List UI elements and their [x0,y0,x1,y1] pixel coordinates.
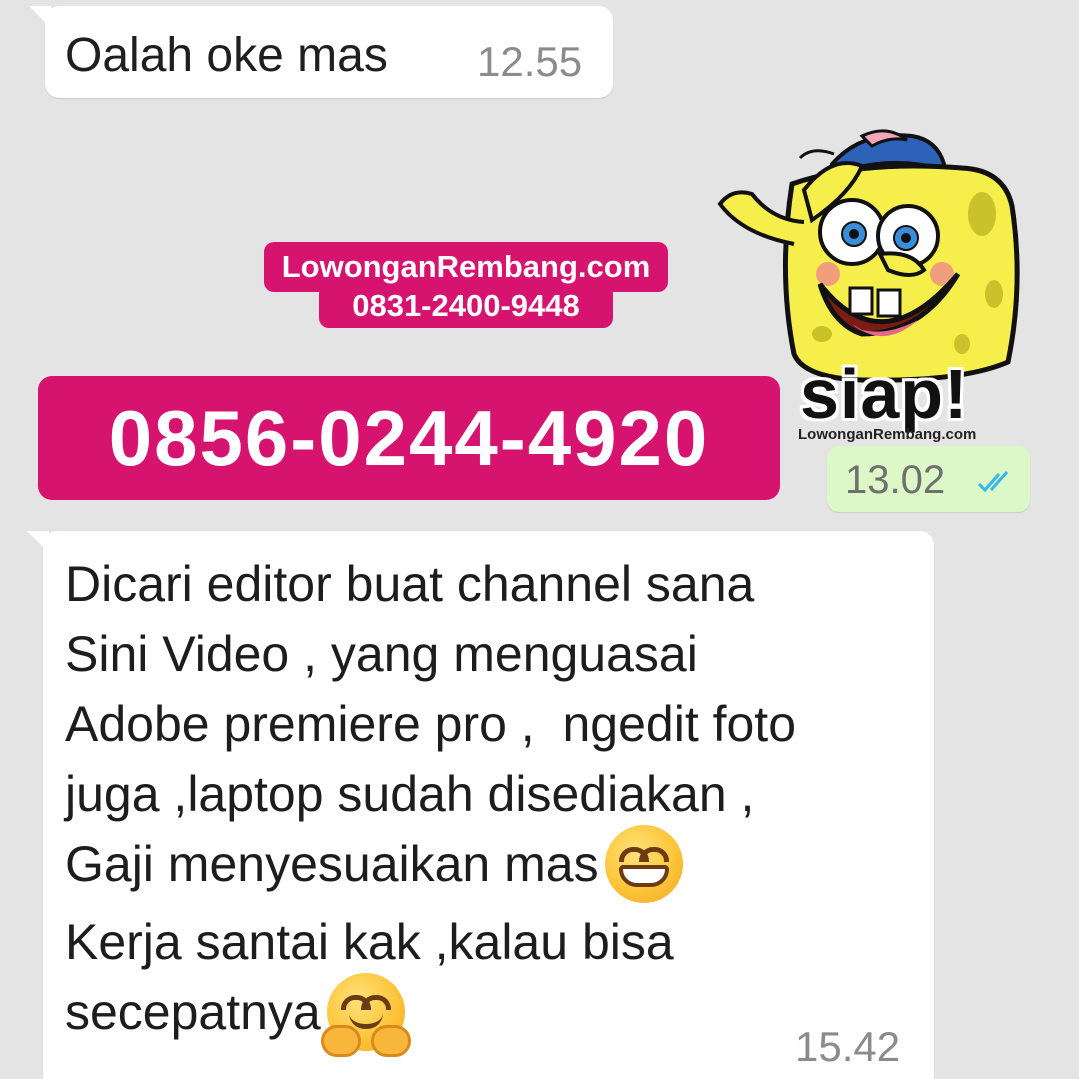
sticker-text: siap! [800,355,969,433]
message-line-with-emoji: secepatnya [65,973,796,1057]
message-time: 15.42 [795,1023,901,1070]
hugging-face-icon [320,973,411,1057]
message-text: Dicari editor buat channel sana Sini Vid… [65,549,797,1057]
message-line: Sini Video , yang menguasai [65,626,698,682]
message-line: Dicari editor buat channel sana [65,556,755,612]
message-text: Oalah oke mas [65,29,388,82]
message-line: secepatnya [65,984,321,1041]
watermark-contact: 0831-2400-9448 [319,284,613,328]
message-bubble-outgoing-meta: 13.02 [827,446,1030,512]
message-time: 13.02 [845,458,946,502]
grinning-face-icon [604,825,683,903]
message-line-with-emoji: Gaji menyesuaikan mas [65,825,796,907]
message-line: Gaji menyesuaikan mas [65,836,599,893]
message-time: 12.55 [477,38,583,85]
double-check-read-icon [977,470,1017,499]
message-line: Kerja santai kak ,kalau bisa [65,914,674,970]
message-bubble-incoming[interactable]: Oalah oke mas 12.55 [29,6,613,98]
message-bubble-incoming[interactable]: Dicari editor buat channel sana Sini Vid… [27,531,934,1079]
watermark-phone: 0856-0244-4920 [38,376,780,500]
message-line: juga ,laptop sudah disediakan , [65,766,755,822]
message-line: Adobe premiere pro , ngedit foto [65,696,797,752]
sticker-caption: LowonganRembang.com [798,426,977,443]
